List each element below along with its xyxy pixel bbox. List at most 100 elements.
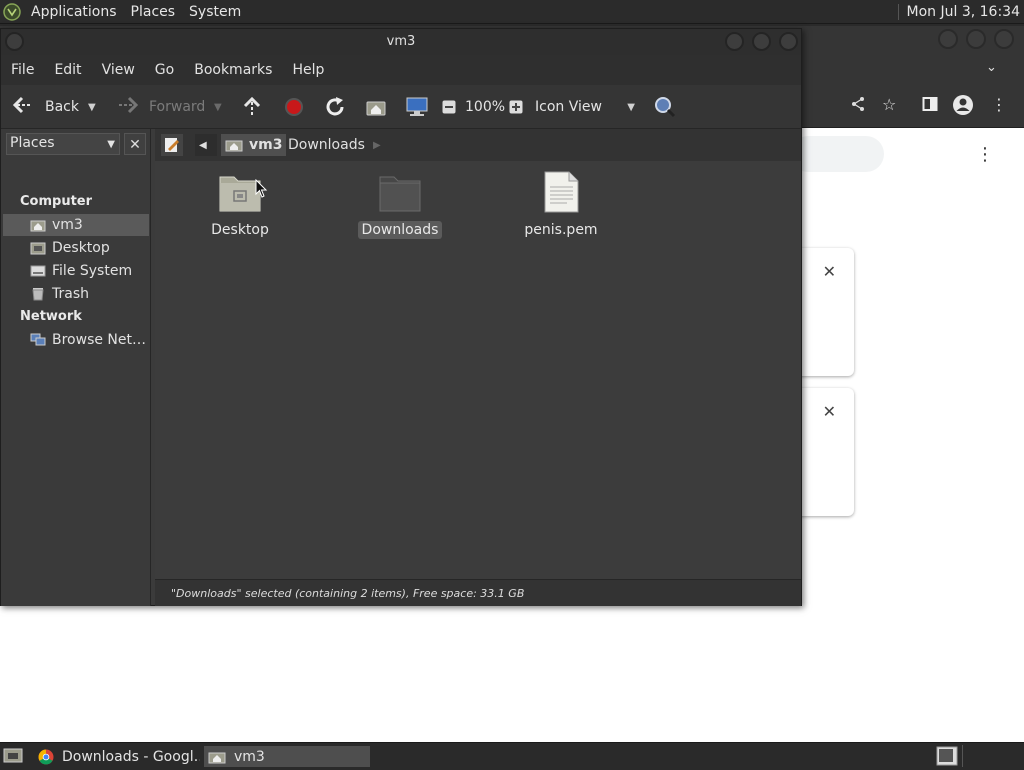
maximize-button[interactable] — [752, 32, 771, 51]
search-button[interactable] — [653, 85, 677, 129]
menu-view[interactable]: View — [92, 62, 145, 78]
system-menu[interactable]: System — [182, 4, 248, 20]
toolbar: Back ▼ Forward ▼ 100% Icon View ▼ — [1, 85, 801, 129]
chevron-down-icon: ▼ — [107, 139, 115, 150]
profile-avatar-icon[interactable] — [952, 94, 974, 120]
breadcrumb-vm3[interactable]: vm3 — [221, 134, 287, 156]
sidebar-item-desktop[interactable]: Desktop — [3, 237, 149, 259]
file-item-downloads[interactable]: Downloads — [350, 171, 450, 239]
top-panel: Applications Places System Mon Jul 3, 16… — [0, 0, 1024, 24]
bookmark-star-icon[interactable]: ☆ — [882, 95, 896, 114]
back-button[interactable]: Back — [11, 85, 79, 129]
close-sidebar-icon[interactable]: ✕ — [124, 133, 146, 155]
home-folder-icon — [208, 752, 226, 763]
side-panel-icon[interactable] — [922, 96, 938, 116]
workspace-2[interactable] — [962, 745, 1014, 767]
breadcrumb-scroll-right[interactable]: ▶ — [369, 134, 385, 156]
card-close-icon[interactable]: ✕ — [823, 402, 836, 421]
chrome-menu-icon[interactable]: ⋮ — [991, 95, 1007, 114]
home-button[interactable] — [365, 85, 387, 129]
menu-help[interactable]: Help — [282, 62, 334, 78]
menubar: File Edit View Go Bookmarks Help — [1, 55, 801, 85]
card-close-icon[interactable]: ✕ — [823, 262, 836, 281]
back-arrow-icon — [11, 95, 35, 119]
chevron-right-icon: ▶ — [373, 139, 381, 151]
sidebar-item-trash[interactable]: Trash — [3, 283, 149, 305]
drive-icon — [30, 265, 46, 277]
view-mode-select[interactable]: Icon View ▼ — [535, 85, 641, 129]
sidebar-item-file-system[interactable]: File System — [3, 260, 149, 282]
menu-go[interactable]: Go — [145, 62, 184, 78]
chrome-close-button[interactable] — [994, 29, 1014, 49]
sidebar-type-select[interactable]: Places ▼ — [6, 133, 120, 155]
file-item-pem[interactable]: penis.pem — [511, 171, 611, 239]
home-folder-icon — [30, 220, 46, 232]
fm-titlebar[interactable]: vm3 — [1, 29, 801, 55]
network-icon — [30, 333, 46, 346]
mate-logo-icon[interactable] — [0, 0, 24, 24]
file-item-desktop[interactable]: Desktop — [190, 171, 290, 239]
up-arrow-icon — [243, 96, 261, 116]
home-folder-icon — [225, 140, 243, 152]
icon-view[interactable]: Desktop Downloads penis.pem — [155, 161, 801, 579]
workspace-switcher[interactable] — [936, 746, 958, 770]
show-desktop-icon[interactable] — [3, 747, 23, 768]
chrome-search-box[interactable] — [790, 136, 884, 172]
folder-icon — [379, 176, 421, 212]
sidebar-item-browse-network[interactable]: Browse Net… — [3, 329, 149, 351]
file-manager-window: vm3 File Edit View Go Bookmarks Help Bac… — [0, 28, 802, 606]
zoom-in-icon — [509, 100, 523, 114]
sidebar-header: Places ▼ ✕ — [6, 133, 146, 155]
zoom-in-button[interactable] — [509, 85, 523, 129]
toggle-location-entry-button[interactable] — [161, 134, 183, 156]
home-folder-icon — [366, 101, 386, 116]
sidebar-section-computer: Computer — [20, 194, 93, 209]
window-title: vm3 — [386, 34, 416, 49]
status-text: "Downloads" selected (containing 2 items… — [171, 587, 525, 600]
page-more-icon[interactable]: ⋮ — [976, 144, 994, 165]
reload-button[interactable] — [324, 85, 346, 129]
task-vm3[interactable]: vm3 — [204, 746, 370, 767]
forward-button[interactable]: Forward — [116, 85, 205, 129]
chevron-down-icon: ▼ — [214, 101, 222, 113]
menu-file[interactable]: File — [1, 62, 44, 78]
chrome-maximize-button[interactable] — [966, 29, 986, 49]
zoom-out-icon — [442, 100, 456, 114]
applications-menu[interactable]: Applications — [24, 4, 124, 20]
menu-edit[interactable]: Edit — [44, 62, 91, 78]
zoom-out-button[interactable] — [442, 85, 456, 129]
sidebar-item-vm3[interactable]: vm3 — [3, 214, 149, 236]
menu-bookmarks[interactable]: Bookmarks — [184, 62, 282, 78]
chevron-left-icon: ◀ — [199, 139, 207, 151]
minimize-button[interactable] — [725, 32, 744, 51]
chrome-icon — [38, 749, 54, 764]
clock[interactable]: Mon Jul 3, 16:34 — [897, 4, 1020, 20]
chrome-tab-search-icon[interactable]: ⌄ — [986, 60, 997, 75]
forward-history-dropdown[interactable]: ▼ — [214, 85, 222, 129]
sidebar: Places ▼ ✕ Computer vm3 Desktop File Sys… — [1, 129, 151, 606]
trash-icon — [32, 288, 44, 301]
places-menu[interactable]: Places — [124, 4, 183, 20]
sidebar-section-network: Network — [20, 309, 82, 324]
computer-button[interactable] — [405, 85, 429, 129]
back-label: Back — [45, 99, 79, 115]
up-button[interactable] — [242, 85, 262, 129]
share-icon[interactable] — [850, 96, 866, 116]
chrome-minimize-button[interactable] — [938, 29, 958, 49]
desktop-folder-icon — [30, 242, 46, 255]
breadcrumb-downloads[interactable]: Downloads — [284, 134, 369, 156]
forward-arrow-icon — [116, 95, 140, 119]
stop-button[interactable] — [284, 85, 304, 129]
stop-icon — [285, 98, 303, 116]
chevron-down-icon: ▼ — [627, 101, 635, 113]
back-history-dropdown[interactable]: ▼ — [88, 85, 96, 129]
bottom-panel: Downloads - Googl… vm3 — [0, 742, 1024, 768]
task-chrome-downloads[interactable]: Downloads - Googl… — [34, 746, 200, 767]
edit-icon — [165, 138, 179, 152]
reload-icon — [326, 97, 344, 116]
breadcrumb-scroll-left[interactable]: ◀ — [195, 134, 217, 156]
status-bar: "Downloads" selected (containing 2 items… — [155, 579, 801, 606]
search-icon — [655, 97, 676, 118]
close-button[interactable] — [779, 32, 798, 51]
zoom-level[interactable]: 100% — [465, 85, 505, 129]
